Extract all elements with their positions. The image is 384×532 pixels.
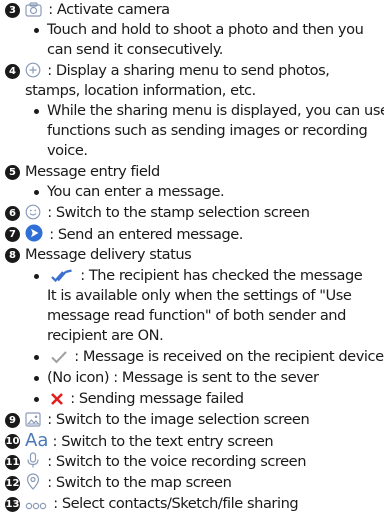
- microphone-icon: [25, 452, 41, 469]
- item-text: : Switch to the stamp selection screen: [43, 204, 310, 221]
- x-mark-icon: [50, 392, 64, 406]
- bullet-text: : Message is received on the recipient d…: [70, 348, 384, 365]
- bullet: [34, 274, 39, 279]
- bullet-text: (No icon) : Message is sent to the sever: [47, 369, 319, 386]
- double-check-icon: [50, 269, 74, 283]
- plus-circle-icon: [25, 62, 41, 78]
- item-number: 4: [5, 64, 20, 79]
- item-text: Message delivery status: [25, 246, 192, 263]
- item-text: : Switch to the voice recording screen: [43, 453, 307, 470]
- bullet: [34, 355, 39, 360]
- send-icon: [25, 224, 43, 242]
- bullet-text: : Sending message failed: [66, 390, 244, 407]
- item-number: 7: [5, 227, 20, 242]
- bullet-text: You can enter a message.: [47, 183, 225, 200]
- text-format-icon: Aa: [25, 430, 49, 451]
- camera-icon: [25, 2, 42, 17]
- check-icon: [50, 350, 68, 364]
- item-number: 3: [5, 3, 20, 18]
- bullet: [34, 28, 39, 33]
- item-number: 11: [5, 455, 20, 470]
- item-number: 6: [5, 206, 20, 221]
- smiley-icon: [25, 204, 41, 220]
- bullet-text: While the sharing menu is displayed, you…: [47, 102, 384, 119]
- item-number: 9: [5, 413, 20, 428]
- bullet-text-cont: can send it consecutively.: [47, 41, 224, 58]
- bullet: [34, 397, 39, 402]
- item-number: 10: [5, 434, 20, 449]
- item-text: : Switch to the image selection screen: [43, 411, 310, 428]
- item-number: 8: [5, 248, 20, 263]
- item-text: : Send an entered message.: [45, 226, 243, 243]
- bullet: [34, 190, 39, 195]
- map-pin-icon: [25, 473, 41, 490]
- item-text: : Display a sharing menu to send photos,: [43, 62, 330, 79]
- bullet-text-cont: functions such as sending images or reco…: [47, 122, 368, 139]
- bullet-text-cont: It is available only when the settings o…: [47, 287, 352, 304]
- item-text: : Switch to the text entry screen: [48, 433, 274, 450]
- bullet-text: Touch and hold to shoot a photo and then…: [47, 21, 364, 38]
- bullet-text-cont: message read function" of both sender an…: [47, 307, 346, 324]
- more-dots-icon: [25, 501, 47, 511]
- item-text-cont: stamps, location information, etc.: [25, 82, 256, 99]
- image-icon: [25, 412, 41, 427]
- item-text: : Activate camera: [44, 1, 170, 18]
- item-number: 12: [5, 476, 20, 491]
- item-text: : Select contacts/Sketch/file sharing: [49, 495, 299, 512]
- bullet-text-cont: voice.: [47, 142, 88, 159]
- bullet: [34, 376, 39, 381]
- item-text: Message entry field: [25, 163, 160, 180]
- bullet-text: : The recipient has checked the message: [76, 267, 363, 284]
- item-number: 5: [5, 165, 20, 180]
- bullet-text-cont: recipient are ON.: [47, 327, 164, 344]
- item-text: : Switch to the map screen: [43, 474, 232, 491]
- item-number: 13: [5, 497, 20, 512]
- manual-page: 3 : Activate camera Touch and hold to sh…: [0, 0, 384, 532]
- bullet: [34, 109, 39, 114]
